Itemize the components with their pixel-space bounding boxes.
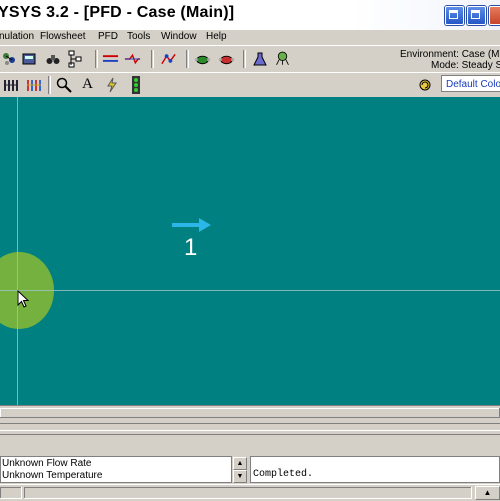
trace-window: Completed. bbox=[250, 456, 500, 483]
stream-cross-icon[interactable] bbox=[124, 50, 141, 67]
lightning-icon[interactable] bbox=[103, 76, 120, 93]
menu-bar: nulation Flowsheet PFD Tools Window Help bbox=[0, 30, 500, 45]
status-message: Unknown Flow Rate bbox=[2, 458, 92, 469]
traffic-light-icon[interactable] bbox=[127, 75, 144, 94]
toolbar-separator bbox=[48, 76, 51, 94]
status-field bbox=[24, 487, 472, 499]
zoom-icon[interactable] bbox=[55, 76, 72, 93]
scrollbar-thumb[interactable] bbox=[0, 408, 500, 418]
color-scheme-select[interactable]: Default Colo bbox=[441, 75, 500, 92]
refresh-icon[interactable] bbox=[416, 76, 433, 93]
toolbar-separator bbox=[151, 50, 154, 68]
environment-label: Environment: Case (Ma bbox=[400, 49, 500, 60]
minimize-button[interactable] bbox=[445, 6, 464, 25]
pump-red-icon[interactable] bbox=[218, 50, 235, 67]
menu-help[interactable]: Help bbox=[206, 31, 227, 42]
horizontal-scrollbar[interactable] bbox=[0, 405, 500, 420]
crosshair-horizontal bbox=[0, 290, 500, 291]
dashboard-icon[interactable] bbox=[274, 49, 291, 66]
toolbar-separator bbox=[243, 50, 246, 68]
menu-pfd[interactable]: PFD bbox=[98, 31, 118, 42]
status-scrollbar[interactable]: ▲ ▼ bbox=[232, 456, 247, 483]
scroll-down-button[interactable]: ▼ bbox=[233, 470, 247, 483]
pump-green-icon[interactable] bbox=[194, 50, 211, 67]
status-message: Unknown Temperature bbox=[2, 470, 103, 481]
panel-splitter[interactable] bbox=[0, 434, 500, 453]
scroll-up-button[interactable]: ▲ bbox=[233, 457, 247, 470]
stream-label[interactable]: 1 bbox=[184, 234, 197, 262]
bottom-bar: ▲ bbox=[0, 484, 500, 501]
stream-lines-icon[interactable] bbox=[102, 50, 119, 67]
menu-window[interactable]: Window bbox=[161, 31, 197, 42]
calculator-icon[interactable] bbox=[20, 50, 37, 67]
menu-flowsheet[interactable]: Flowsheet bbox=[40, 31, 86, 42]
window-icon bbox=[449, 10, 458, 19]
pfd-canvas[interactable]: 1 bbox=[0, 97, 500, 405]
main-toolbar: Environment: Case (Ma Mode: Steady S bbox=[0, 45, 500, 72]
window-title: YSYS 3.2 - [PFD - Case (Main)] bbox=[0, 4, 235, 21]
toolbar-separator bbox=[95, 50, 98, 68]
title-bar[interactable]: YSYS 3.2 - [PFD - Case (Main)] bbox=[0, 0, 500, 33]
bars-icon[interactable] bbox=[2, 76, 19, 93]
trace-text: Completed. bbox=[253, 469, 314, 480]
window-icon bbox=[471, 10, 480, 19]
molecule-icon[interactable] bbox=[0, 50, 17, 67]
status-field bbox=[0, 487, 22, 499]
bars-colored-icon[interactable] bbox=[25, 76, 42, 93]
expand-up-button[interactable]: ▲ bbox=[475, 486, 500, 500]
pfd-toolbar: A bbox=[0, 72, 500, 98]
diagram-icon[interactable] bbox=[160, 50, 177, 67]
menu-simulation[interactable]: nulation bbox=[0, 31, 34, 42]
menu-tools[interactable]: Tools bbox=[127, 31, 150, 42]
toolbar-separator bbox=[186, 50, 189, 68]
binoculars-icon[interactable] bbox=[44, 50, 61, 67]
flowchart-icon[interactable] bbox=[66, 50, 83, 67]
mode-label: Mode: Steady S bbox=[431, 60, 500, 71]
close-button[interactable] bbox=[489, 6, 500, 25]
crosshair-vertical bbox=[17, 97, 18, 405]
material-stream-arrow[interactable] bbox=[172, 218, 212, 232]
flask-icon[interactable] bbox=[251, 50, 268, 67]
status-messages: Unknown Flow Rate Unknown Temperature bbox=[0, 456, 232, 483]
text-icon[interactable]: A bbox=[79, 76, 96, 93]
mouse-pointer-icon bbox=[17, 290, 30, 308]
maximize-button[interactable] bbox=[467, 6, 486, 25]
divider bbox=[0, 423, 500, 431]
